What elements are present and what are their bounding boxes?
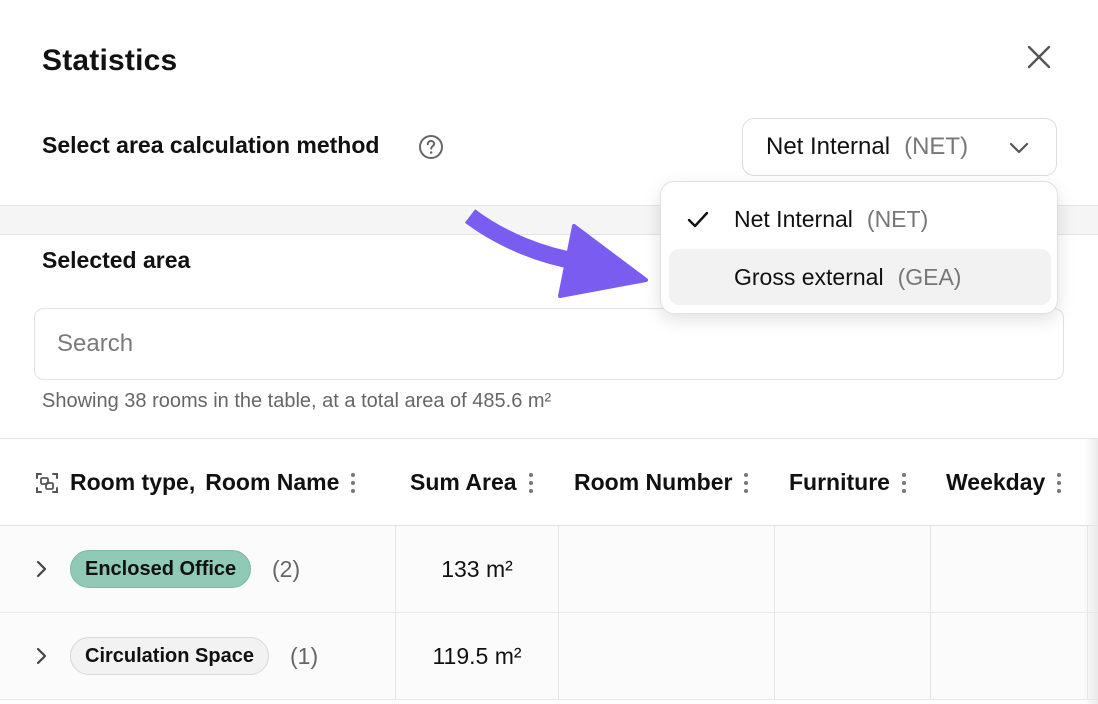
column-header-room[interactable]: Room type, Room Name (34, 469, 356, 496)
column-label-room-type: Room type, (70, 469, 196, 495)
room-count: (1) (290, 643, 319, 669)
scroll-fade (1084, 438, 1098, 704)
option-abbr: (NET) (866, 205, 929, 232)
option-label: Gross external (734, 263, 884, 290)
column-label-sum-area: Sum Area (410, 469, 517, 495)
method-select-value: Net Internal (766, 133, 891, 160)
table-row[interactable]: Enclosed Office (2) 133 m² (0, 526, 1098, 613)
method-dropdown-menu: Net Internal (NET) Gross external (GEA) (660, 181, 1058, 314)
room-type-tag: Enclosed Office (70, 550, 252, 588)
annotation-arrow-icon (464, 209, 648, 298)
close-button[interactable] (1020, 38, 1058, 76)
column-menu-icon[interactable] (528, 472, 533, 493)
search-input[interactable] (34, 308, 1064, 380)
column-divider (774, 526, 775, 612)
group-by-icon[interactable] (34, 470, 60, 496)
column-label-furniture: Furniture (789, 469, 890, 495)
column-menu-icon[interactable] (901, 472, 906, 493)
column-menu-icon[interactable] (351, 472, 356, 493)
method-select-abbr: (NET) (904, 133, 969, 160)
column-divider (774, 613, 775, 699)
method-select[interactable]: Net Internal (NET) (742, 118, 1057, 176)
rooms-summary: Showing 38 rooms in the table, at a tota… (42, 390, 552, 412)
table-header: Room type, Room Name Sum Area Room Numbe… (0, 438, 1098, 526)
close-icon (1027, 45, 1051, 69)
column-header-weekday[interactable]: Weekday (946, 469, 1062, 496)
column-divider (558, 613, 559, 699)
help-icon[interactable] (418, 134, 444, 160)
column-label-weekday: Weekday (946, 469, 1046, 495)
method-label: Select area calculation method (42, 132, 380, 158)
room-type-tag: Circulation Space (70, 637, 269, 675)
column-divider (930, 613, 931, 699)
sum-area-cell: 119.5 m² (432, 643, 522, 669)
option-label: Net Internal (734, 205, 853, 232)
method-option-gea[interactable]: Gross external (GEA) (669, 249, 1051, 305)
column-header-furniture[interactable]: Furniture (789, 469, 906, 496)
column-menu-icon[interactable] (1057, 472, 1062, 493)
sum-area-cell: 133 m² (441, 556, 513, 582)
chevron-right-icon[interactable] (30, 645, 52, 667)
table-row[interactable]: Circulation Space (1) 119.5 m² (0, 613, 1098, 700)
chevron-right-icon[interactable] (30, 558, 52, 580)
column-header-room-number[interactable]: Room Number (574, 469, 749, 496)
column-label-room-name: Room Name (205, 469, 340, 495)
selected-area-title: Selected area (42, 247, 191, 273)
column-menu-icon[interactable] (744, 472, 749, 493)
check-icon (687, 211, 709, 228)
option-abbr: (GEA) (897, 263, 962, 290)
chevron-down-icon (1009, 142, 1029, 154)
column-divider (558, 526, 559, 612)
method-option-net[interactable]: Net Internal (NET) (669, 191, 1051, 247)
dialog-title: Statistics (42, 44, 178, 77)
column-label-room-number: Room Number (574, 469, 733, 495)
column-header-sum-area[interactable]: Sum Area (410, 469, 533, 496)
column-divider (930, 526, 931, 612)
room-count: (2) (272, 556, 301, 582)
